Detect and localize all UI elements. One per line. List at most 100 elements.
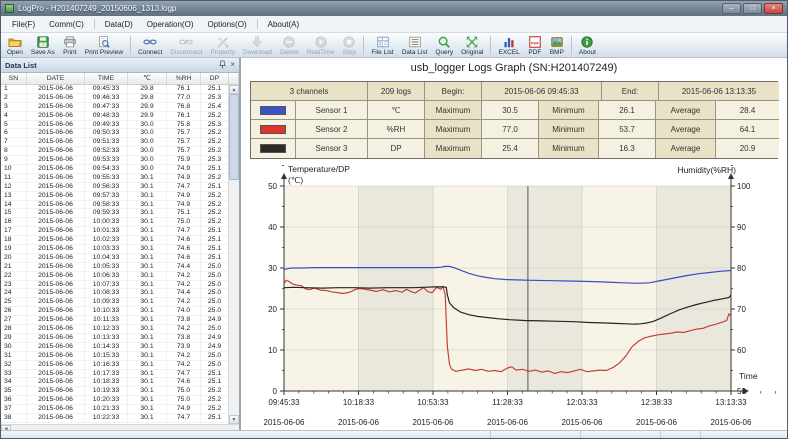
table-row[interactable]: 112015-06-0609:55:3330.174.925.2 bbox=[1, 174, 228, 183]
toolbar-button-realtime[interactable]: RealTime bbox=[303, 33, 339, 57]
data-list-panel-header[interactable]: Data List × bbox=[1, 58, 239, 73]
menu-item-filef[interactable]: File(F) bbox=[5, 18, 42, 31]
table-row[interactable]: 132015-06-0609:57:3330.174.925.2 bbox=[1, 192, 228, 201]
table-row[interactable]: 202015-06-0610:04:3330.174.625.1 bbox=[1, 254, 228, 263]
chart-band bbox=[508, 186, 583, 391]
pin-icon[interactable] bbox=[219, 60, 226, 71]
toolbar-button-pdf[interactable]: PDFPDF bbox=[524, 33, 546, 57]
toolbar-button-excel[interactable]: EXCEL bbox=[494, 33, 523, 57]
table-cell: 10:07:33 bbox=[85, 281, 128, 290]
table-row[interactable]: 12015-06-0609:45:3329.876.125.1 bbox=[1, 85, 228, 94]
begin-value: 2015-06-06 09:45:33 bbox=[482, 82, 602, 101]
table-cell: 10:21:33 bbox=[85, 405, 128, 414]
toolbar-button-data-list[interactable]: Data List bbox=[398, 33, 432, 57]
table-row[interactable]: 252015-06-0610:09:3330.174.225.0 bbox=[1, 298, 228, 307]
about-icon bbox=[580, 35, 594, 49]
table-row[interactable]: 182015-06-0610:02:3330.174.625.1 bbox=[1, 236, 228, 245]
table-row[interactable]: 142015-06-0609:58:3330.174.925.2 bbox=[1, 201, 228, 210]
toolbar-button-label: PDF bbox=[528, 49, 541, 57]
sensor-color-swatch bbox=[260, 125, 286, 134]
table-row[interactable]: 282015-06-0610:12:3330.174.225.0 bbox=[1, 325, 228, 334]
logs-graph-chart[interactable]: 010203040506070809010009:45:332015-06-06… bbox=[241, 163, 787, 432]
table-cell: 8 bbox=[1, 147, 27, 156]
toolbar-button-download[interactable]: Download bbox=[239, 33, 276, 57]
table-row[interactable]: 382015-06-0610:22:3330.174.725.1 bbox=[1, 414, 228, 423]
toolbar-button-disconnect[interactable]: Disconnect bbox=[166, 33, 206, 57]
toolbar-button-print-preview[interactable]: Print Preview bbox=[81, 33, 127, 57]
table-row[interactable]: 122015-06-0609:56:3330.174.725.1 bbox=[1, 183, 228, 192]
table-row[interactable]: 102015-06-0609:54:3330.074.925.1 bbox=[1, 165, 228, 174]
table-row[interactable]: 22015-06-0609:46:3329.877.025.3 bbox=[1, 94, 228, 103]
scroll-down-icon[interactable]: ▼ bbox=[229, 415, 239, 424]
toolbar-button-connect[interactable]: Connect bbox=[134, 33, 166, 57]
table-row[interactable]: 62015-06-0609:50:3330.075.725.2 bbox=[1, 129, 228, 138]
column-header[interactable]: %RH bbox=[167, 73, 201, 84]
table-row[interactable]: 212015-06-0610:05:3330.174.425.0 bbox=[1, 263, 228, 272]
minimize-button[interactable]: – bbox=[722, 3, 741, 14]
toolbar-button-bmp[interactable]: BMP bbox=[546, 33, 568, 57]
table-row[interactable]: 222015-06-0610:06:3330.174.225.0 bbox=[1, 272, 228, 281]
table-row[interactable]: 152015-06-0609:59:3330.175.125.2 bbox=[1, 209, 228, 218]
table-row[interactable]: 162015-06-0610:00:3330.175.025.2 bbox=[1, 218, 228, 227]
panel-close-icon[interactable]: × bbox=[230, 61, 235, 69]
sensor-name: Sensor 3 bbox=[296, 139, 368, 158]
title-bar[interactable]: LogPro - H201407249_20150606_1313.logp –… bbox=[1, 1, 787, 16]
table-row[interactable]: 292015-06-0610:13:3330.173.824.9 bbox=[1, 334, 228, 343]
scrollbar-thumb[interactable] bbox=[229, 94, 239, 180]
column-header[interactable]: SN bbox=[1, 73, 27, 84]
toolbar-button-stop[interactable]: Stop bbox=[338, 33, 360, 57]
toolbar-button-about[interactable]: About bbox=[575, 33, 600, 57]
table-row[interactable]: 242015-06-0610:08:3330.174.425.0 bbox=[1, 289, 228, 298]
table-row[interactable]: 232015-06-0610:07:3330.174.225.0 bbox=[1, 281, 228, 290]
toolbar-button-file-list[interactable]: File List bbox=[367, 33, 397, 57]
close-button[interactable]: × bbox=[764, 3, 783, 14]
table-row[interactable]: 352015-06-0610:19:3330.175.025.2 bbox=[1, 387, 228, 396]
scroll-up-icon[interactable]: ▲ bbox=[229, 85, 239, 94]
menu-item-datad[interactable]: Data(D) bbox=[98, 18, 140, 31]
sensor-swatch-cell bbox=[251, 120, 296, 139]
table-row[interactable]: 332015-06-0610:17:3330.174.725.1 bbox=[1, 370, 228, 379]
toolbar-button-save-as[interactable]: Save As bbox=[27, 33, 59, 57]
toolbar-button-delete[interactable]: Delete bbox=[276, 33, 303, 57]
table-row[interactable]: 72015-06-0609:51:3330.075.725.2 bbox=[1, 138, 228, 147]
table-row[interactable]: 172015-06-0610:01:3330.174.725.1 bbox=[1, 227, 228, 236]
table-row[interactable]: 322015-06-0610:16:3330.174.225.0 bbox=[1, 361, 228, 370]
table-row[interactable]: 362015-06-0610:20:3330.175.025.2 bbox=[1, 396, 228, 405]
table-row[interactable]: 92015-06-0609:53:3330.075.925.3 bbox=[1, 156, 228, 165]
column-header[interactable]: DP bbox=[201, 73, 229, 84]
table-row[interactable]: 192015-06-0610:03:3330.174.625.1 bbox=[1, 245, 228, 254]
minimum-value: 16.3 bbox=[599, 139, 656, 158]
table-row[interactable]: 272015-06-0610:11:3330.173.824.9 bbox=[1, 316, 228, 325]
menu-item-abouta[interactable]: About(A) bbox=[261, 18, 307, 31]
toolbar-button-query[interactable]: Query bbox=[431, 33, 457, 57]
data-list-column-headers[interactable]: SNDATETIME℃%RHDP bbox=[1, 73, 239, 85]
table-row[interactable]: 372015-06-0610:21:3330.174.925.2 bbox=[1, 405, 228, 414]
table-row[interactable]: 262015-06-0610:10:3330.174.025.0 bbox=[1, 307, 228, 316]
table-row[interactable]: 52015-06-0609:49:3330.075.825.3 bbox=[1, 121, 228, 130]
vertical-scrollbar[interactable]: ▲ ▼ bbox=[228, 85, 239, 424]
toolbar-button-print[interactable]: Print bbox=[59, 33, 81, 57]
table-row[interactable]: 42015-06-0609:48:3329.976.125.2 bbox=[1, 112, 228, 121]
maximize-button[interactable]: □ bbox=[743, 3, 762, 14]
table-row[interactable]: 342015-06-0610:18:3330.174.625.1 bbox=[1, 378, 228, 387]
table-row[interactable]: 312015-06-0610:15:3330.174.225.0 bbox=[1, 352, 228, 361]
table-cell: 25.0 bbox=[201, 281, 228, 290]
table-cell: 30.1 bbox=[128, 378, 167, 387]
status-bar bbox=[1, 430, 787, 438]
menu-item-optionso[interactable]: Options(O) bbox=[200, 18, 253, 31]
toolbar-button-open[interactable]: Open bbox=[3, 33, 27, 57]
menu-item-operationo[interactable]: Operation(O) bbox=[140, 18, 201, 31]
table-cell: 2015-06-06 bbox=[27, 334, 85, 343]
column-header[interactable]: TIME bbox=[85, 73, 128, 84]
toolbar-button-original[interactable]: Original bbox=[457, 33, 487, 57]
table-row[interactable]: 302015-06-0610:14:3330.173.924.9 bbox=[1, 343, 228, 352]
table-row[interactable]: 32015-06-0609:47:3329.976.825.4 bbox=[1, 103, 228, 112]
toolbar-button-property[interactable]: Property bbox=[206, 33, 239, 57]
menu-separator bbox=[94, 19, 95, 29]
column-header[interactable]: ℃ bbox=[128, 73, 167, 84]
table-row[interactable]: 82015-06-0609:52:3330.075.725.2 bbox=[1, 147, 228, 156]
table-cell: 25.1 bbox=[201, 245, 228, 254]
menu-item-commc[interactable]: Comm(C) bbox=[42, 18, 91, 31]
column-header[interactable]: DATE bbox=[27, 73, 85, 84]
column-header[interactable] bbox=[229, 73, 239, 84]
